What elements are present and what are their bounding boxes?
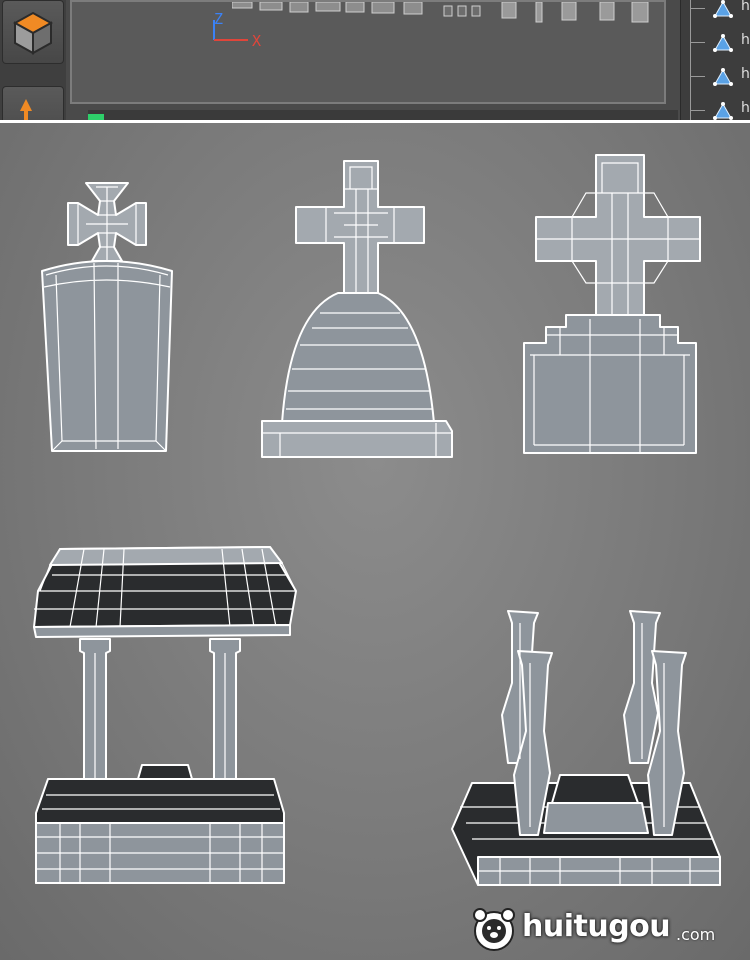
block-cross-headstone-model[interactable] (523, 154, 701, 454)
outliner-item[interactable]: h (687, 32, 750, 54)
watermark-text: huitugou (522, 909, 671, 944)
outliner-item-label: h (741, 0, 750, 14)
timeline-bar[interactable] (88, 110, 678, 120)
bear-logo-icon (473, 908, 515, 951)
outliner-item-label: h (741, 66, 750, 82)
triangle-vertices-icon (713, 34, 733, 52)
cube-tool-button[interactable] (2, 0, 64, 64)
outliner-item-label: h (741, 100, 750, 116)
pillar-tomb-model[interactable] (451, 610, 721, 886)
cube-icon (12, 11, 54, 55)
triangle-vertices-icon (713, 102, 733, 120)
outliner-item[interactable]: h (687, 100, 750, 120)
outliner-panel: h h h h (680, 0, 750, 120)
watermark-tld: .com (676, 925, 716, 944)
outliner-item-label: h (741, 32, 750, 48)
triangle-vertices-icon (713, 68, 733, 86)
axis-x-label: X (252, 32, 262, 50)
canopy-tomb-model[interactable] (33, 546, 297, 884)
main-viewport[interactable]: huitugou .com (0, 123, 750, 960)
bottle-tombstone-model[interactable] (41, 182, 173, 452)
move-arrow-icon (20, 99, 32, 120)
axis-gizmo: Z X (204, 10, 274, 50)
cross-headstone-model[interactable] (261, 160, 453, 458)
move-tool-button[interactable] (2, 86, 64, 120)
outliner-item[interactable]: h (687, 0, 750, 20)
model-canvas (33, 154, 721, 886)
left-toolbar (0, 0, 66, 120)
upper-viewport[interactable]: Z X (70, 0, 666, 104)
triangle-vertices-icon (713, 0, 733, 18)
mini-model-row (232, 2, 649, 23)
axis-z-label: Z (214, 10, 224, 28)
editor-top-strip: Z X h h h h (0, 0, 750, 120)
watermark: huitugou .com (470, 905, 740, 953)
outliner-item[interactable]: h (687, 66, 750, 88)
